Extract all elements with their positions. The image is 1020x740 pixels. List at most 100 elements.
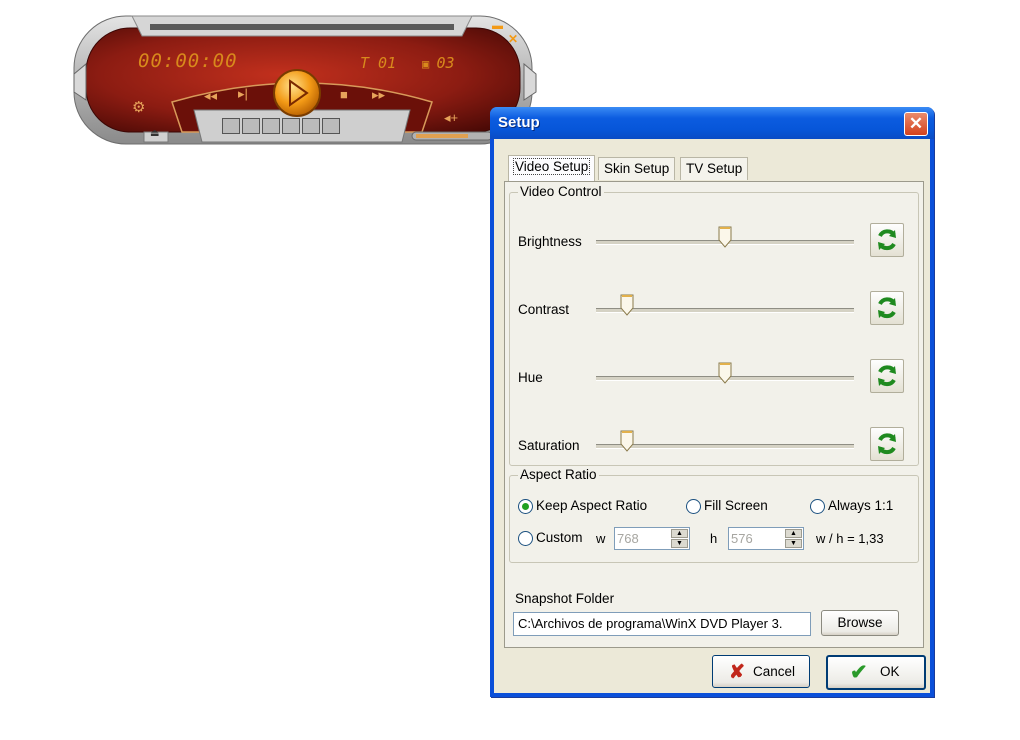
contrast-row: Contrast: [510, 291, 928, 331]
height-spinner-arrows: ▲ ▼: [785, 529, 802, 548]
tools-button[interactable]: [242, 118, 260, 134]
snapshot-folder-field[interactable]: [513, 612, 811, 636]
title-indicator: T 01: [360, 54, 397, 72]
step-icon: ▸|: [238, 86, 248, 101]
subtitle-button[interactable]: [262, 118, 280, 134]
fast-forward-button[interactable]: ▸▸: [372, 87, 385, 103]
refresh-icon: [878, 433, 896, 455]
height-label: h: [710, 531, 718, 546]
aspect-ratio-legend: Aspect Ratio: [518, 467, 599, 482]
width-spinner[interactable]: ▲ ▼: [614, 527, 690, 550]
media-player: 00:00:00 T 01 ▣ 03 ◂◂ ▸| ■ ▸▸ ⚙ ⏏ ◂+ ▬ ✕: [72, 14, 538, 148]
refresh-icon: [878, 229, 896, 251]
radio-label: Custom: [536, 530, 583, 545]
saturation-row: Saturation: [510, 427, 928, 467]
refresh-icon: [878, 365, 896, 387]
video-setup-panel: Video Control Brightness Contrast Hue Sa…: [504, 181, 924, 648]
cancel-icon: ✘: [729, 662, 745, 683]
aspect-ratio-value: w / h = 1,33: [816, 531, 884, 546]
saturation-reset-button[interactable]: [870, 427, 904, 461]
contrast-label: Contrast: [518, 302, 570, 317]
snapshot-button[interactable]: [282, 118, 300, 134]
rewind-button[interactable]: ◂◂: [204, 88, 217, 104]
chapter-icon: ▣: [422, 57, 437, 71]
tab-video-setup[interactable]: Video Setup: [508, 155, 596, 181]
brightness-label: Brightness: [518, 234, 582, 249]
radio-dot: [518, 499, 533, 514]
radio-label: Always 1:1: [828, 498, 894, 513]
custom-radio[interactable]: Custom: [518, 530, 598, 546]
height-spinner[interactable]: ▲ ▼: [728, 527, 804, 550]
saturation-track[interactable]: [596, 444, 854, 449]
keep-aspect-ratio-radio[interactable]: Keep Aspect Ratio: [518, 498, 668, 514]
tab-label: Video Setup: [512, 158, 591, 175]
volume-button[interactable]: ◂+: [444, 110, 458, 126]
video-control-legend: Video Control: [518, 184, 604, 199]
settings-button[interactable]: ⚙: [132, 98, 145, 116]
height-input[interactable]: [731, 529, 775, 547]
radio-label: Fill Screen: [704, 498, 768, 513]
play-button[interactable]: [272, 68, 322, 118]
playlist-button[interactable]: [302, 118, 320, 134]
stop-icon: ■: [340, 87, 348, 102]
volume-icon: ◂+: [444, 110, 459, 125]
eject-icon: ⏏: [150, 128, 160, 139]
fullscreen-button[interactable]: [222, 118, 240, 134]
dialog-client: Video Setup Skin Setup TV Setup Video Co…: [494, 139, 930, 693]
settings-icon: ⚙: [132, 99, 146, 116]
spin-down-icon[interactable]: ▼: [671, 539, 688, 548]
snapshot-folder-input[interactable]: [514, 613, 810, 633]
brightness-row: Brightness: [510, 223, 928, 263]
width-input[interactable]: [617, 529, 661, 547]
radio-dot: [518, 531, 533, 546]
radio-label: Keep Aspect Ratio: [536, 498, 648, 513]
brightness-reset-button[interactable]: [870, 223, 904, 257]
rewind-icon: ◂◂: [204, 88, 218, 103]
minimize-button[interactable]: ▬: [492, 20, 503, 32]
close-button[interactable]: ✕: [508, 32, 518, 46]
close-icon: ✕: [508, 32, 519, 46]
ok-icon: ✔: [850, 661, 868, 684]
refresh-icon: [878, 297, 896, 319]
fill-screen-radio[interactable]: Fill Screen: [686, 498, 786, 514]
width-label: w: [596, 531, 606, 546]
snapshot-folder-label: Snapshot Folder: [515, 591, 615, 606]
stop-button[interactable]: ■: [340, 87, 348, 102]
video-control-group: Video Control Brightness Contrast Hue Sa…: [509, 184, 919, 466]
setup-dialog: Setup ✕ Video Setup Skin Setup TV Setup …: [490, 107, 934, 697]
chapter-number: 03: [436, 54, 455, 72]
contrast-track[interactable]: [596, 308, 854, 313]
contrast-thumb[interactable]: [620, 294, 634, 316]
radio-dot: [686, 499, 701, 514]
hue-reset-button[interactable]: [870, 359, 904, 393]
contrast-reset-button[interactable]: [870, 291, 904, 325]
hue-thumb[interactable]: [718, 362, 732, 384]
brightness-thumb[interactable]: [718, 226, 732, 248]
step-button[interactable]: ▸|: [238, 86, 248, 102]
saturation-thumb[interactable]: [620, 430, 634, 452]
spin-down-icon[interactable]: ▼: [785, 539, 802, 548]
cancel-button[interactable]: ✘ Cancel: [712, 655, 810, 688]
time-display: 00:00:00: [138, 50, 238, 72]
radio-dot: [810, 499, 825, 514]
cancel-label: Cancel: [753, 664, 796, 679]
width-spinner-arrows: ▲ ▼: [671, 529, 688, 548]
title-bar[interactable]: Setup ✕: [490, 107, 934, 139]
spin-up-icon[interactable]: ▲: [785, 529, 802, 538]
open-folder-button[interactable]: [322, 118, 340, 134]
hue-row: Hue: [510, 359, 928, 399]
tab-label: TV Setup: [686, 161, 743, 176]
chapter-indicator: ▣ 03: [422, 54, 455, 72]
ok-label: OK: [880, 664, 900, 679]
dialog-close-button[interactable]: ✕: [904, 112, 928, 136]
ok-button[interactable]: ✔ OK: [826, 655, 926, 690]
close-icon: ✕: [908, 114, 924, 133]
eject-button[interactable]: ⏏: [150, 128, 159, 139]
browse-button[interactable]: Browse: [821, 610, 899, 636]
always-1-1-radio[interactable]: Always 1:1: [810, 498, 910, 514]
tab-tv-setup[interactable]: TV Setup: [680, 157, 749, 180]
tab-skin-setup[interactable]: Skin Setup: [598, 157, 676, 180]
minimize-icon: ▬: [492, 20, 503, 32]
spin-up-icon[interactable]: ▲: [671, 529, 688, 538]
hue-label: Hue: [518, 370, 543, 385]
